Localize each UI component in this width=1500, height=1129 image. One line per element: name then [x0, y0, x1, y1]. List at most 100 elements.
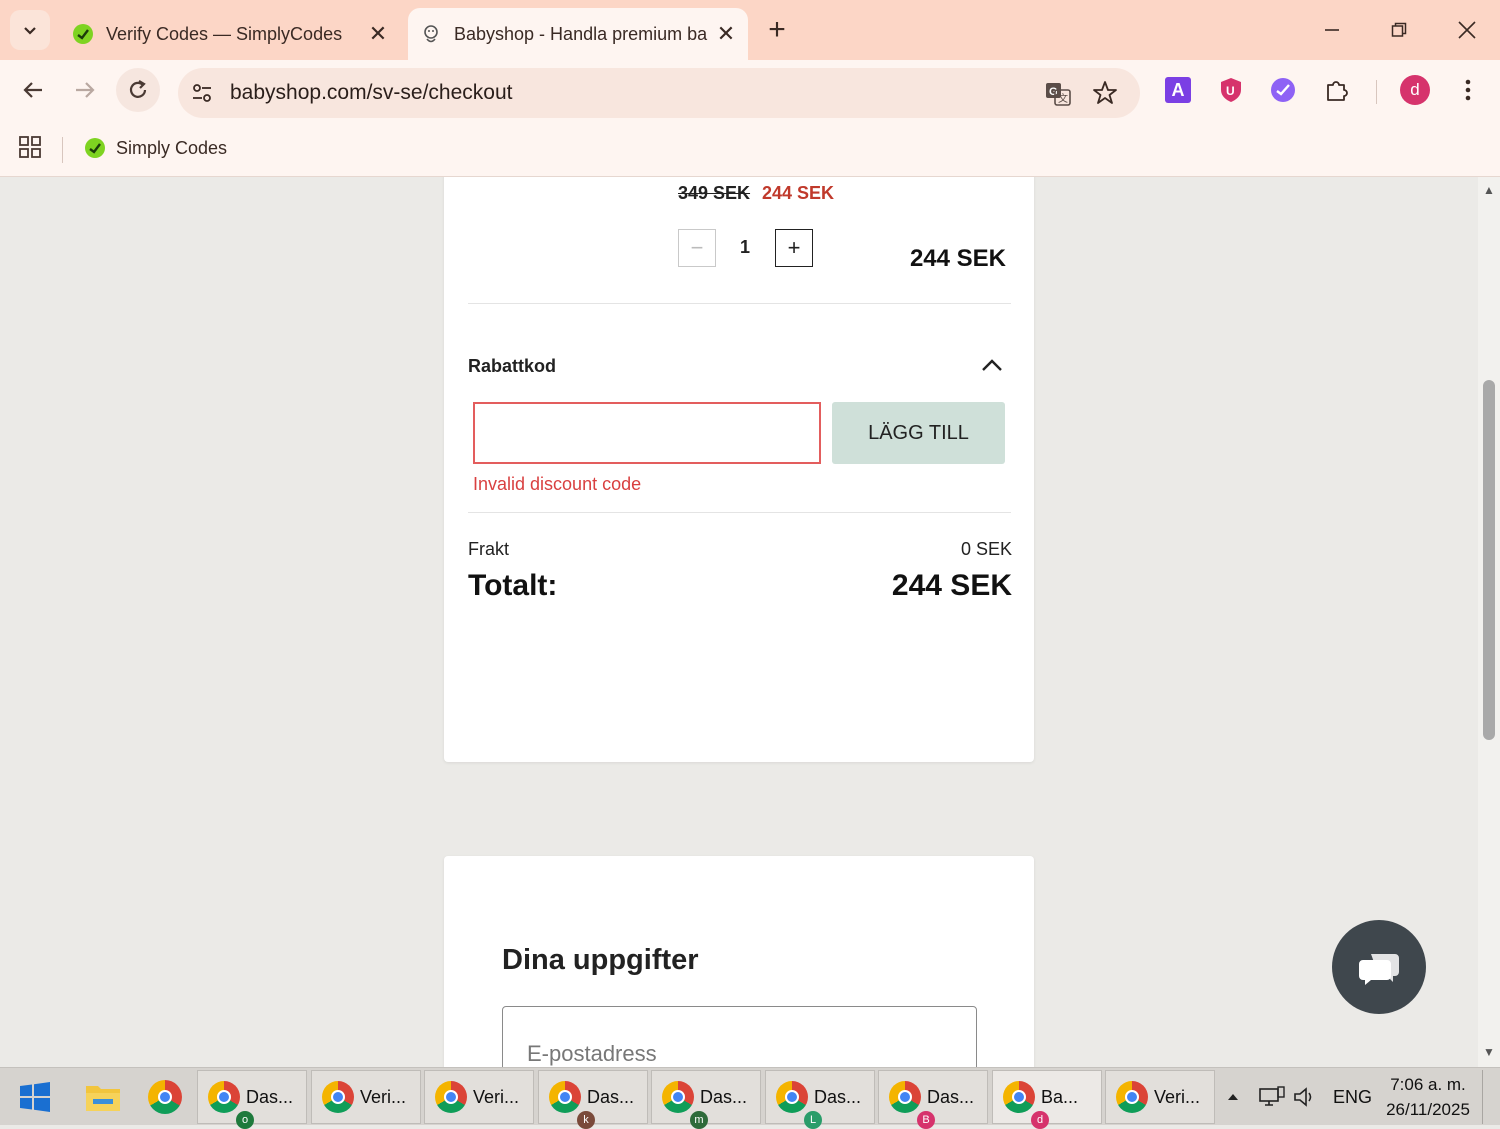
browser-toolbar: babyshop.com/sv-se/checkout G文 A U d	[0, 60, 1500, 125]
show-desktop-button[interactable]	[1482, 1070, 1498, 1124]
translate-icon[interactable]: G文	[1044, 80, 1072, 108]
taskbar-app-button[interactable]: Veri...	[1105, 1070, 1215, 1124]
total-value: 244 SEK	[891, 569, 1012, 602]
taskbar-app-button[interactable]: B Das...	[878, 1070, 988, 1129]
section-title: Dina uppgifter	[502, 944, 699, 976]
language-indicator[interactable]: ENG	[1333, 1068, 1372, 1126]
extensions-button[interactable]	[1319, 72, 1355, 108]
svg-text:U: U	[1226, 84, 1235, 98]
order-summary-card: 349 SEK 244 SEK − 1 + 244 SEK Rabattkod …	[444, 177, 1034, 762]
new-tab-button[interactable]: +	[760, 14, 794, 48]
simplycodes-favicon-icon	[73, 24, 93, 44]
taskbar-app-button[interactable]: k Das...	[538, 1070, 648, 1129]
simplycodes-extension-icon	[1271, 78, 1295, 102]
scrollbar-thumb[interactable]	[1483, 380, 1495, 740]
forward-button[interactable]	[63, 68, 107, 112]
svg-text:文: 文	[1058, 92, 1068, 105]
tab-title: Babyshop - Handla premium ba	[454, 23, 708, 44]
apply-discount-button[interactable]: LÄGG TILL	[832, 402, 1005, 464]
minimize-button[interactable]	[1304, 10, 1360, 50]
chevron-down-icon	[24, 27, 36, 35]
quantity-value: 1	[739, 237, 750, 257]
tab-verify-codes[interactable]: Verify Codes — SimplyCodes ✕	[60, 8, 400, 60]
scroll-up-arrow-icon[interactable]: ▲	[1482, 183, 1496, 197]
extension-a-icon: A	[1165, 77, 1191, 103]
speaker-icon	[1294, 1087, 1312, 1107]
tab-close-icon[interactable]: ✕	[364, 21, 392, 47]
taskbar-app-button[interactable]: d Ba...	[992, 1070, 1102, 1129]
chrome-icon: m	[662, 1081, 708, 1129]
taskbar-app-label: Das...	[814, 1086, 862, 1107]
shipping-label: Frakt	[468, 539, 510, 559]
profile-button[interactable]: d	[1397, 72, 1433, 108]
taskbar-app-button[interactable]: Veri...	[311, 1070, 421, 1124]
taskbar-app-label: Veri...	[1154, 1086, 1201, 1107]
quantity-decrease-button[interactable]: −	[678, 229, 716, 267]
taskbar-app-label: Ba...	[1041, 1086, 1079, 1107]
page-scrollbar[interactable]: ▲ ▼	[1478, 177, 1500, 1067]
extension-shield-button[interactable]: U	[1213, 72, 1249, 108]
scroll-down-arrow-icon[interactable]: ▼	[1482, 1045, 1496, 1059]
avatar: d	[1400, 75, 1430, 105]
chrome-taskbar-button[interactable]	[140, 1074, 190, 1120]
chrome-icon: d	[1003, 1081, 1049, 1129]
extension-simplycodes-button[interactable]	[1265, 72, 1301, 108]
taskbar-app-button[interactable]: m Das...	[651, 1070, 761, 1129]
taskbar-app-button[interactable]: Veri...	[424, 1070, 534, 1124]
browser-menu-button[interactable]	[1450, 72, 1486, 108]
sale-price: 244 SEK	[762, 183, 835, 203]
taskbar-app-label: Das...	[927, 1086, 975, 1107]
original-price: 349 SEK	[678, 183, 751, 203]
tray-overflow-button[interactable]	[1226, 1068, 1240, 1126]
file-explorer-button[interactable]	[78, 1074, 128, 1120]
taskbar-app-label: Das...	[587, 1086, 635, 1107]
reload-button[interactable]	[116, 68, 160, 112]
chrome-icon: B	[889, 1081, 935, 1129]
chevron-up-icon[interactable]	[980, 353, 1004, 377]
taskbar-app-button[interactable]: o Das...	[197, 1070, 307, 1129]
taskbar-app-button[interactable]: L Das...	[765, 1070, 875, 1129]
total-label: Totalt:	[468, 569, 558, 602]
profile-badge: L	[804, 1111, 822, 1129]
address-bar[interactable]: babyshop.com/sv-se/checkout G文	[178, 68, 1140, 118]
start-button[interactable]	[10, 1074, 60, 1120]
arrow-left-icon	[23, 82, 42, 98]
profile-badge: d	[1031, 1111, 1049, 1129]
chrome-icon: o	[208, 1081, 254, 1129]
taskbar-app-label: Veri...	[360, 1086, 407, 1107]
apps-grid-icon[interactable]	[18, 135, 42, 159]
chrome-icon	[435, 1081, 467, 1113]
discount-section-label[interactable]: Rabattkod	[468, 356, 556, 377]
tab-close-icon[interactable]: ✕	[712, 21, 740, 47]
restore-button[interactable]	[1371, 10, 1427, 50]
email-placeholder: E-postadress	[527, 1041, 657, 1066]
profile-badge: o	[236, 1111, 254, 1129]
clock-time: 7:06 a. m.	[1390, 1075, 1466, 1094]
volume-button[interactable]	[1292, 1068, 1318, 1126]
toolbar-divider	[1376, 80, 1377, 104]
chrome-icon: L	[776, 1081, 822, 1129]
url-text[interactable]: babyshop.com/sv-se/checkout	[230, 81, 512, 105]
line-total: 244 SEK	[909, 245, 1006, 272]
shipping-value: 0 SEK	[960, 539, 1012, 559]
chat-button[interactable]	[1332, 920, 1426, 1014]
bookmark-simply-codes[interactable]: Simply Codes	[84, 133, 227, 163]
bookmarks-bar: Simply Codes	[0, 125, 1500, 177]
close-window-button[interactable]	[1439, 10, 1495, 50]
tab-search-button[interactable]	[10, 10, 50, 50]
minimize-icon	[1325, 29, 1339, 31]
babyshop-favicon-icon	[424, 25, 438, 43]
divider	[468, 512, 1011, 513]
back-button[interactable]	[11, 68, 55, 112]
extension-a-button[interactable]: A	[1160, 72, 1196, 108]
quantity-increase-button[interactable]: +	[775, 229, 813, 267]
tab-babyshop[interactable]: Babyshop - Handla premium ba ✕	[408, 8, 748, 60]
close-icon	[1458, 21, 1476, 39]
email-field[interactable]: E-postadress	[502, 1006, 977, 1067]
system-clock[interactable]: 7:06 a. m. 26/11/2025	[1376, 1072, 1480, 1122]
discount-code-input[interactable]	[473, 402, 821, 464]
site-settings-icon[interactable]	[190, 81, 214, 105]
bookmark-star-icon[interactable]	[1092, 80, 1118, 106]
network-icon	[1259, 1086, 1285, 1106]
network-button[interactable]	[1258, 1068, 1286, 1126]
